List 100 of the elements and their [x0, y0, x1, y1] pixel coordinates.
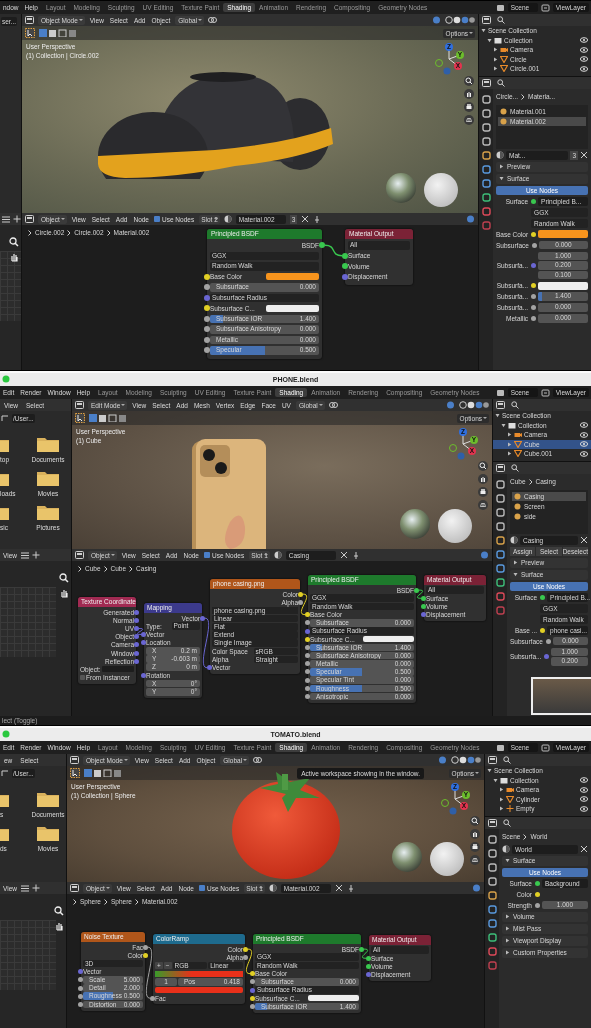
zoom-icon[interactable] [9, 237, 19, 247]
view-layer-icon[interactable] [540, 388, 550, 397]
eye-icon[interactable] [580, 422, 588, 429]
socket-icon[interactable] [298, 599, 303, 605]
socket-icon[interactable] [78, 993, 83, 999]
socket-icon[interactable] [305, 669, 310, 675]
socket-icon[interactable] [305, 661, 310, 667]
close-icon[interactable] [339, 551, 348, 559]
socket-icon[interactable] [298, 591, 303, 597]
collapsed-arrow-icon[interactable] [505, 938, 510, 943]
socket-icon[interactable] [150, 995, 155, 1001]
editor-type-icon[interactable] [25, 16, 34, 24]
folder-icon[interactable] [36, 503, 60, 521]
material-icon[interactable] [510, 536, 518, 544]
material-icon[interactable] [502, 845, 510, 853]
camera-icon[interactable] [464, 102, 474, 112]
overlay-icon[interactable] [480, 551, 489, 559]
close-icon[interactable] [580, 845, 588, 853]
editor-type-icon[interactable] [70, 756, 79, 764]
close-icon[interactable] [301, 215, 310, 223]
eye-icon[interactable] [580, 431, 588, 438]
overlay-icon[interactable] [466, 215, 475, 223]
expanded-arrow-icon[interactable] [505, 858, 510, 863]
close-icon[interactable] [580, 151, 588, 159]
material-icon[interactable] [268, 884, 277, 892]
eye-icon[interactable] [580, 46, 588, 53]
overlay-icon[interactable] [438, 756, 447, 764]
color-swatch[interactable] [265, 304, 319, 312]
color-swatch[interactable] [362, 636, 414, 643]
close-icon[interactable] [580, 536, 588, 544]
color-swatch[interactable] [538, 281, 588, 290]
socket-icon[interactable] [243, 954, 248, 960]
zoom-icon[interactable] [464, 76, 474, 86]
overlay-icon[interactable] [472, 884, 481, 892]
socket-icon[interactable] [250, 1003, 255, 1009]
zoom-icon[interactable] [59, 573, 69, 583]
collapsed-arrow-icon[interactable] [505, 926, 510, 931]
eye-icon[interactable] [580, 56, 588, 63]
eye-icon[interactable] [580, 441, 588, 448]
socket-icon[interactable] [305, 653, 310, 659]
editor-type-icon[interactable] [482, 16, 491, 24]
color-swatch[interactable] [307, 995, 359, 1002]
add-icon[interactable] [32, 551, 40, 559]
node-panel[interactable] [308, 575, 416, 703]
shading-mode-icon[interactable] [451, 756, 481, 764]
add-icon[interactable] [13, 215, 21, 223]
socket-icon[interactable] [342, 263, 348, 270]
socket-icon[interactable] [366, 963, 371, 969]
socket-icon[interactable] [243, 946, 248, 952]
socket-icon[interactable] [305, 620, 310, 626]
select-tool-icon[interactable] [75, 413, 85, 423]
eye-icon[interactable] [580, 450, 588, 457]
collapsed-arrow-icon[interactable] [505, 950, 510, 955]
editor-type-icon[interactable] [496, 463, 505, 472]
color-swatch[interactable] [155, 987, 243, 994]
hand-icon[interactable] [59, 588, 69, 598]
selection-mode-icon[interactable] [89, 414, 129, 422]
material-icon[interactable] [223, 215, 232, 223]
zoom-icon[interactable] [54, 906, 64, 916]
editor-type-icon[interactable] [496, 401, 505, 409]
socket-icon[interactable] [414, 587, 419, 593]
pin-icon[interactable] [346, 884, 355, 892]
add-icon[interactable] [32, 884, 40, 892]
grid-icon[interactable] [464, 115, 474, 125]
grid-icon[interactable] [478, 500, 488, 510]
hand-icon[interactable] [54, 921, 64, 931]
folder-icon[interactable] [36, 435, 60, 453]
folder-icon[interactable] [36, 790, 60, 808]
editor-type-icon[interactable] [75, 551, 84, 559]
checkbox[interactable] [204, 552, 210, 558]
selection-mode-icon[interactable] [39, 29, 79, 37]
editor-type-icon[interactable] [75, 401, 84, 409]
scene-icon[interactable] [495, 743, 505, 752]
collapsed-arrow-icon[interactable] [505, 914, 510, 919]
socket-icon[interactable] [204, 305, 210, 312]
color-ramp-bar[interactable] [155, 970, 243, 977]
eye-icon[interactable] [580, 777, 588, 784]
socket-icon[interactable] [78, 1001, 83, 1007]
color-swatch[interactable] [265, 273, 319, 281]
view-layer-icon[interactable] [540, 3, 550, 12]
editor-type-icon[interactable] [482, 78, 491, 87]
socket-icon[interactable] [78, 977, 83, 983]
socket-icon[interactable] [305, 677, 310, 683]
hand-icon[interactable] [478, 474, 488, 484]
close-icon[interactable] [334, 884, 343, 892]
socket-icon[interactable] [305, 636, 310, 642]
camera-icon[interactable] [478, 487, 488, 497]
socket-icon[interactable] [305, 685, 310, 691]
menu-icon[interactable] [2, 215, 10, 223]
material-icon[interactable] [273, 551, 282, 559]
parent-folder-icon[interactable] [1, 769, 9, 777]
material-icon[interactable] [496, 151, 504, 159]
grid-icon[interactable] [470, 855, 480, 865]
socket-icon[interactable] [204, 284, 210, 291]
select-tool-icon[interactable] [70, 768, 80, 778]
scene-icon[interactable] [495, 388, 505, 397]
socket-icon[interactable] [421, 603, 426, 609]
menu-icon[interactable] [21, 551, 29, 559]
socket-icon[interactable] [204, 326, 210, 333]
socket-icon[interactable] [366, 955, 371, 961]
